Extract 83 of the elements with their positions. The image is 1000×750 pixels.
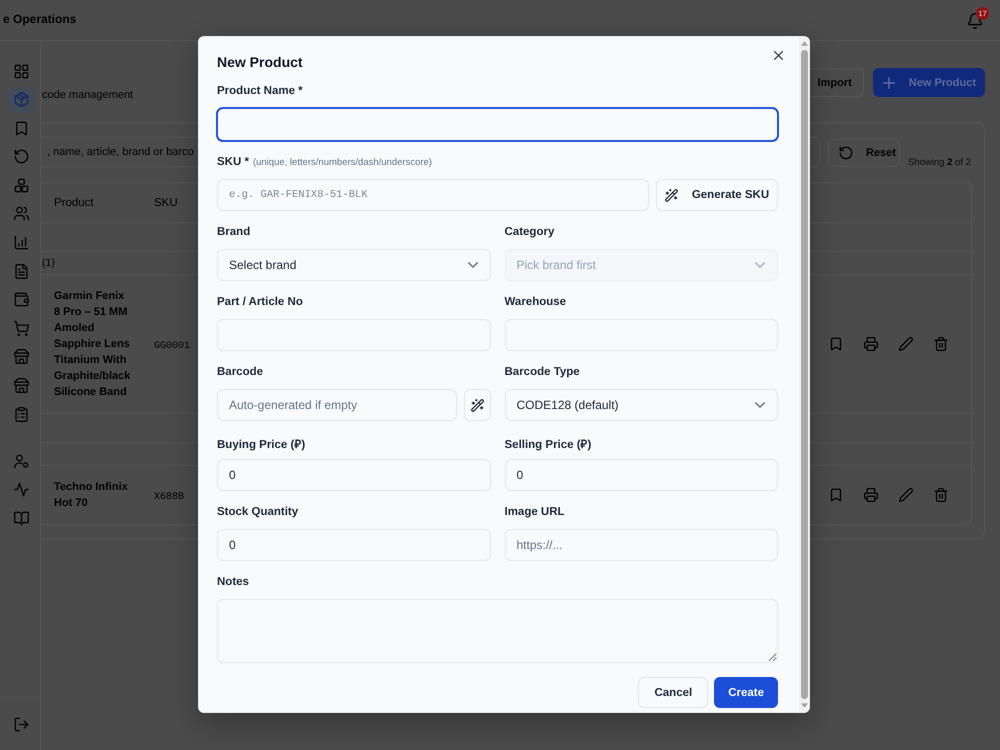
- sidebar-item[interactable]: [8, 86, 34, 113]
- field-label: Stock Quantity: [217, 506, 298, 518]
- close-button[interactable]: [774, 50, 783, 60]
- scrollbar-thumb[interactable]: [800, 50, 808, 699]
- field-label: Product Name *: [217, 85, 303, 97]
- bookmark-icon: [829, 337, 843, 351]
- page-subtitle: code management: [42, 88, 134, 102]
- field-label: Category: [504, 226, 554, 238]
- magic-wand-icon: [664, 188, 678, 202]
- generate-barcode-button[interactable]: [464, 389, 490, 421]
- wallet-icon: [14, 292, 28, 308]
- dropdown-field[interactable]: Select brand: [217, 249, 490, 281]
- dialog-button[interactable]: Cancel: [638, 677, 708, 708]
- bookmark-icon: [829, 488, 843, 502]
- pencil-icon: [899, 488, 913, 502]
- scrollbar[interactable]: [799, 37, 809, 712]
- close-icon: [774, 50, 783, 60]
- pencil-icon: [899, 337, 913, 351]
- field-hint: (unique, letters/numbers/dash/underscore): [252, 157, 432, 168]
- bookmark-icon: [14, 120, 28, 136]
- scroll-down-icon[interactable]: [800, 703, 808, 708]
- input-field[interactable]: 0: [504, 459, 778, 491]
- user-settings-icon: [14, 454, 28, 469]
- product-name: Techno Infinix Hot 70: [54, 480, 129, 511]
- logout-icon: [14, 716, 28, 732]
- column-header: SKU: [153, 196, 178, 208]
- textarea-field[interactable]: [217, 599, 778, 663]
- store-icon: [14, 378, 28, 394]
- cube-icon: [14, 92, 28, 108]
- group-count: (1): [41, 257, 55, 269]
- field-label: Buying Price (₽): [217, 438, 306, 451]
- delete-button[interactable]: [934, 337, 948, 351]
- cart-icon: [14, 320, 28, 336]
- magic-wand-icon: [470, 398, 484, 412]
- chevron-down-icon: [755, 262, 765, 268]
- printer-icon: [864, 337, 878, 351]
- sku-code: X688B: [154, 492, 184, 503]
- bookmark-button[interactable]: [829, 488, 843, 502]
- result-count: Showing 2 of 2: [908, 157, 972, 168]
- dialog-title: New Product: [217, 54, 303, 70]
- input-field[interactable]: [217, 108, 778, 141]
- trash-icon: [934, 337, 948, 351]
- clipboard-icon: [14, 406, 28, 422]
- edit-button[interactable]: [899, 337, 913, 351]
- plus-icon: [882, 76, 895, 88]
- generate-button[interactable]: Generate SKU: [656, 179, 778, 211]
- trash-icon: [934, 488, 948, 502]
- field-label: Notes: [217, 576, 249, 588]
- boxes-icon: [14, 178, 28, 193]
- sku-code: GG0001: [154, 341, 190, 352]
- field-label: Barcode: [217, 366, 264, 378]
- column-header: Product: [53, 196, 95, 208]
- users-icon: [14, 206, 28, 222]
- delete-button[interactable]: [934, 488, 948, 502]
- scroll-up-icon[interactable]: [800, 41, 808, 46]
- store-icon: [14, 349, 28, 364]
- input-field[interactable]: 0: [217, 529, 490, 561]
- dialog-button[interactable]: Create: [714, 677, 778, 708]
- field-label: Warehouse: [504, 296, 566, 308]
- product-name: Garmin Fenix 8 Pro – 51 MM Amoled Sapphire Lens Titanium With Graphite/black Silicone Band: [54, 289, 132, 400]
- printer-icon: [864, 488, 878, 502]
- undo-arrow-icon: [14, 149, 28, 164]
- field-label: Image URL: [504, 506, 565, 518]
- chevron-down-icon: [468, 262, 478, 268]
- chevron-down-icon: [755, 402, 765, 408]
- dropdown-field[interactable]: CODE128 (default): [504, 389, 778, 421]
- field-label: Part / Article No: [217, 296, 303, 308]
- print-button[interactable]: [864, 488, 878, 502]
- field-label: Brand: [217, 226, 250, 238]
- app-title: e Operations: [3, 12, 76, 26]
- field-label: SKU *: [217, 156, 249, 168]
- bookmark-button[interactable]: [829, 337, 843, 351]
- open-book-icon: [14, 510, 28, 526]
- pulse-icon: [14, 482, 28, 498]
- print-button[interactable]: [864, 337, 878, 351]
- bar-chart-icon: [14, 235, 28, 250]
- field-label: Barcode Type: [504, 366, 580, 378]
- field-label: Selling Price (₽): [504, 438, 592, 451]
- input-field[interactable]: 0: [217, 459, 490, 491]
- edit-button[interactable]: [899, 488, 913, 502]
- undo-arrow-icon: [839, 146, 853, 160]
- grid-icon: [14, 64, 28, 78]
- document-icon: [14, 264, 28, 279]
